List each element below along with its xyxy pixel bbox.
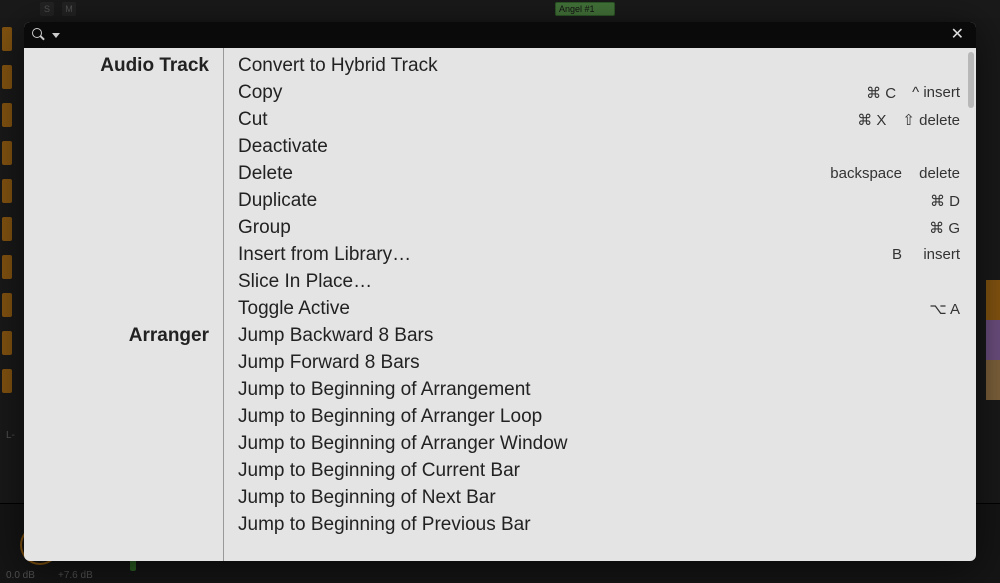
volume-readout: 0.0 dB: [6, 570, 35, 581]
command-shortcut-primary: backspace: [814, 165, 902, 182]
level-label: L-: [6, 430, 15, 441]
command-shortcut-secondary: ^ insert: [896, 84, 960, 101]
category-spacer: [24, 376, 223, 403]
palette-categories-column: Audio Track Arranger: [24, 48, 224, 561]
command-shortcut-primary: ⌘ C: [850, 84, 896, 102]
category-spacer: [24, 457, 223, 484]
palette-scrollbar-thumb[interactable]: [968, 52, 974, 108]
track-handle[interactable]: [2, 293, 12, 317]
command-label: Jump to Beginning of Arrangement: [238, 379, 886, 401]
command-row[interactable]: Toggle Active ⌥ A: [238, 295, 960, 322]
command-row[interactable]: Convert to Hybrid Track: [238, 52, 960, 79]
command-label: Deactivate: [238, 136, 886, 158]
command-row[interactable]: Cut⌘ X⇧ delete: [238, 106, 960, 133]
search-icon: [32, 28, 46, 42]
command-row[interactable]: Slice In Place…: [238, 268, 960, 295]
palette-commands-column: Convert to Hybrid TrackCopy⌘ C^ insertCu…: [224, 48, 976, 561]
search-filter-dropdown-icon[interactable]: [52, 33, 60, 38]
track-handle[interactable]: [2, 217, 12, 241]
command-shortcut-secondary: insert: [902, 246, 960, 263]
category-spacer: [24, 133, 223, 160]
track-handle[interactable]: [2, 141, 12, 165]
command-shortcut-primary: ⌘ X: [841, 111, 886, 129]
command-shortcut-primary: B: [876, 246, 902, 263]
clip-label[interactable]: Angel #1: [555, 2, 615, 16]
peak-readout: +7.6 dB: [58, 570, 93, 581]
command-row[interactable]: Jump to Beginning of Arranger Loop: [238, 403, 960, 430]
command-row[interactable]: Jump to Beginning of Current Bar: [238, 457, 960, 484]
command-shortcut-secondary: delete: [902, 165, 960, 182]
palette-body: Audio Track Arranger Convert to Hybrid Tr…: [24, 48, 976, 561]
command-row[interactable]: Jump to Beginning of Arranger Window: [238, 430, 960, 457]
command-label: Group: [238, 217, 886, 239]
track-handle[interactable]: [2, 103, 12, 127]
command-row[interactable]: Deletebackspacedelete: [238, 160, 960, 187]
side-panel: [986, 280, 1000, 400]
track-handle[interactable]: [2, 331, 12, 355]
category-spacer: [24, 268, 223, 295]
command-row[interactable]: Group ⌘ G: [238, 214, 960, 241]
command-shortcut-secondary: ⇧ delete: [886, 111, 960, 129]
category-spacer: [24, 511, 223, 538]
command-row[interactable]: Jump Forward 8 Bars: [238, 349, 960, 376]
command-label: Jump to Beginning of Arranger Window: [238, 433, 886, 455]
command-row[interactable]: Duplicate ⌘ D: [238, 187, 960, 214]
command-row[interactable]: Insert from Library…Binsert: [238, 241, 960, 268]
command-row[interactable]: Jump to Beginning of Arrangement: [238, 376, 960, 403]
track-handle[interactable]: [2, 179, 12, 203]
command-row[interactable]: Jump to Beginning of Next Bar: [238, 484, 960, 511]
command-label: Toggle Active: [238, 298, 886, 320]
category-spacer: [24, 214, 223, 241]
command-label: Jump Backward 8 Bars: [238, 325, 886, 347]
track-handle[interactable]: [2, 255, 12, 279]
command-label: Copy: [238, 82, 850, 104]
category-spacer: [24, 430, 223, 457]
command-label: Slice In Place…: [238, 271, 886, 293]
command-palette: ✕ Audio Track Arranger Convert to Hybrid …: [24, 22, 976, 561]
category-spacer: [24, 241, 223, 268]
category-label: Audio Track: [24, 52, 223, 79]
command-label: Duplicate: [238, 190, 886, 212]
category-spacer: [24, 187, 223, 214]
command-label: Jump Forward 8 Bars: [238, 352, 886, 374]
command-label: Insert from Library…: [238, 244, 876, 266]
category-spacer: [24, 79, 223, 106]
category-spacer: [24, 484, 223, 511]
category-spacer: [24, 403, 223, 430]
command-row[interactable]: Jump to Beginning of Previous Bar: [238, 511, 960, 538]
command-shortcut-secondary: ⌥ A: [902, 300, 960, 318]
track-handle[interactable]: [2, 27, 12, 51]
command-row[interactable]: Deactivate: [238, 133, 960, 160]
palette-searchbar: ✕: [24, 22, 976, 48]
category-label: Arranger: [24, 322, 223, 349]
command-row[interactable]: Jump Backward 8 Bars: [238, 322, 960, 349]
category-spacer: [24, 349, 223, 376]
command-row[interactable]: Copy⌘ C^ insert: [238, 79, 960, 106]
command-shortcut-secondary: ⌘ D: [902, 192, 960, 210]
command-label: Convert to Hybrid Track: [238, 55, 886, 77]
command-label: Jump to Beginning of Current Bar: [238, 460, 886, 482]
category-spacer: [24, 160, 223, 187]
command-shortcut-secondary: ⌘ G: [902, 219, 960, 237]
solo-button[interactable]: S: [40, 2, 54, 16]
category-spacer: [24, 295, 223, 322]
command-label: Jump to Beginning of Next Bar: [238, 487, 886, 509]
track-handle[interactable]: [2, 65, 12, 89]
command-label: Jump to Beginning of Previous Bar: [238, 514, 886, 536]
palette-close-button[interactable]: ✕: [947, 27, 968, 43]
track-handle[interactable]: [2, 369, 12, 393]
command-label: Delete: [238, 163, 814, 185]
mute-button[interactable]: M: [62, 2, 76, 16]
command-label: Cut: [238, 109, 841, 131]
command-label: Jump to Beginning of Arranger Loop: [238, 406, 886, 428]
category-spacer: [24, 106, 223, 133]
palette-search-input[interactable]: [66, 28, 947, 43]
